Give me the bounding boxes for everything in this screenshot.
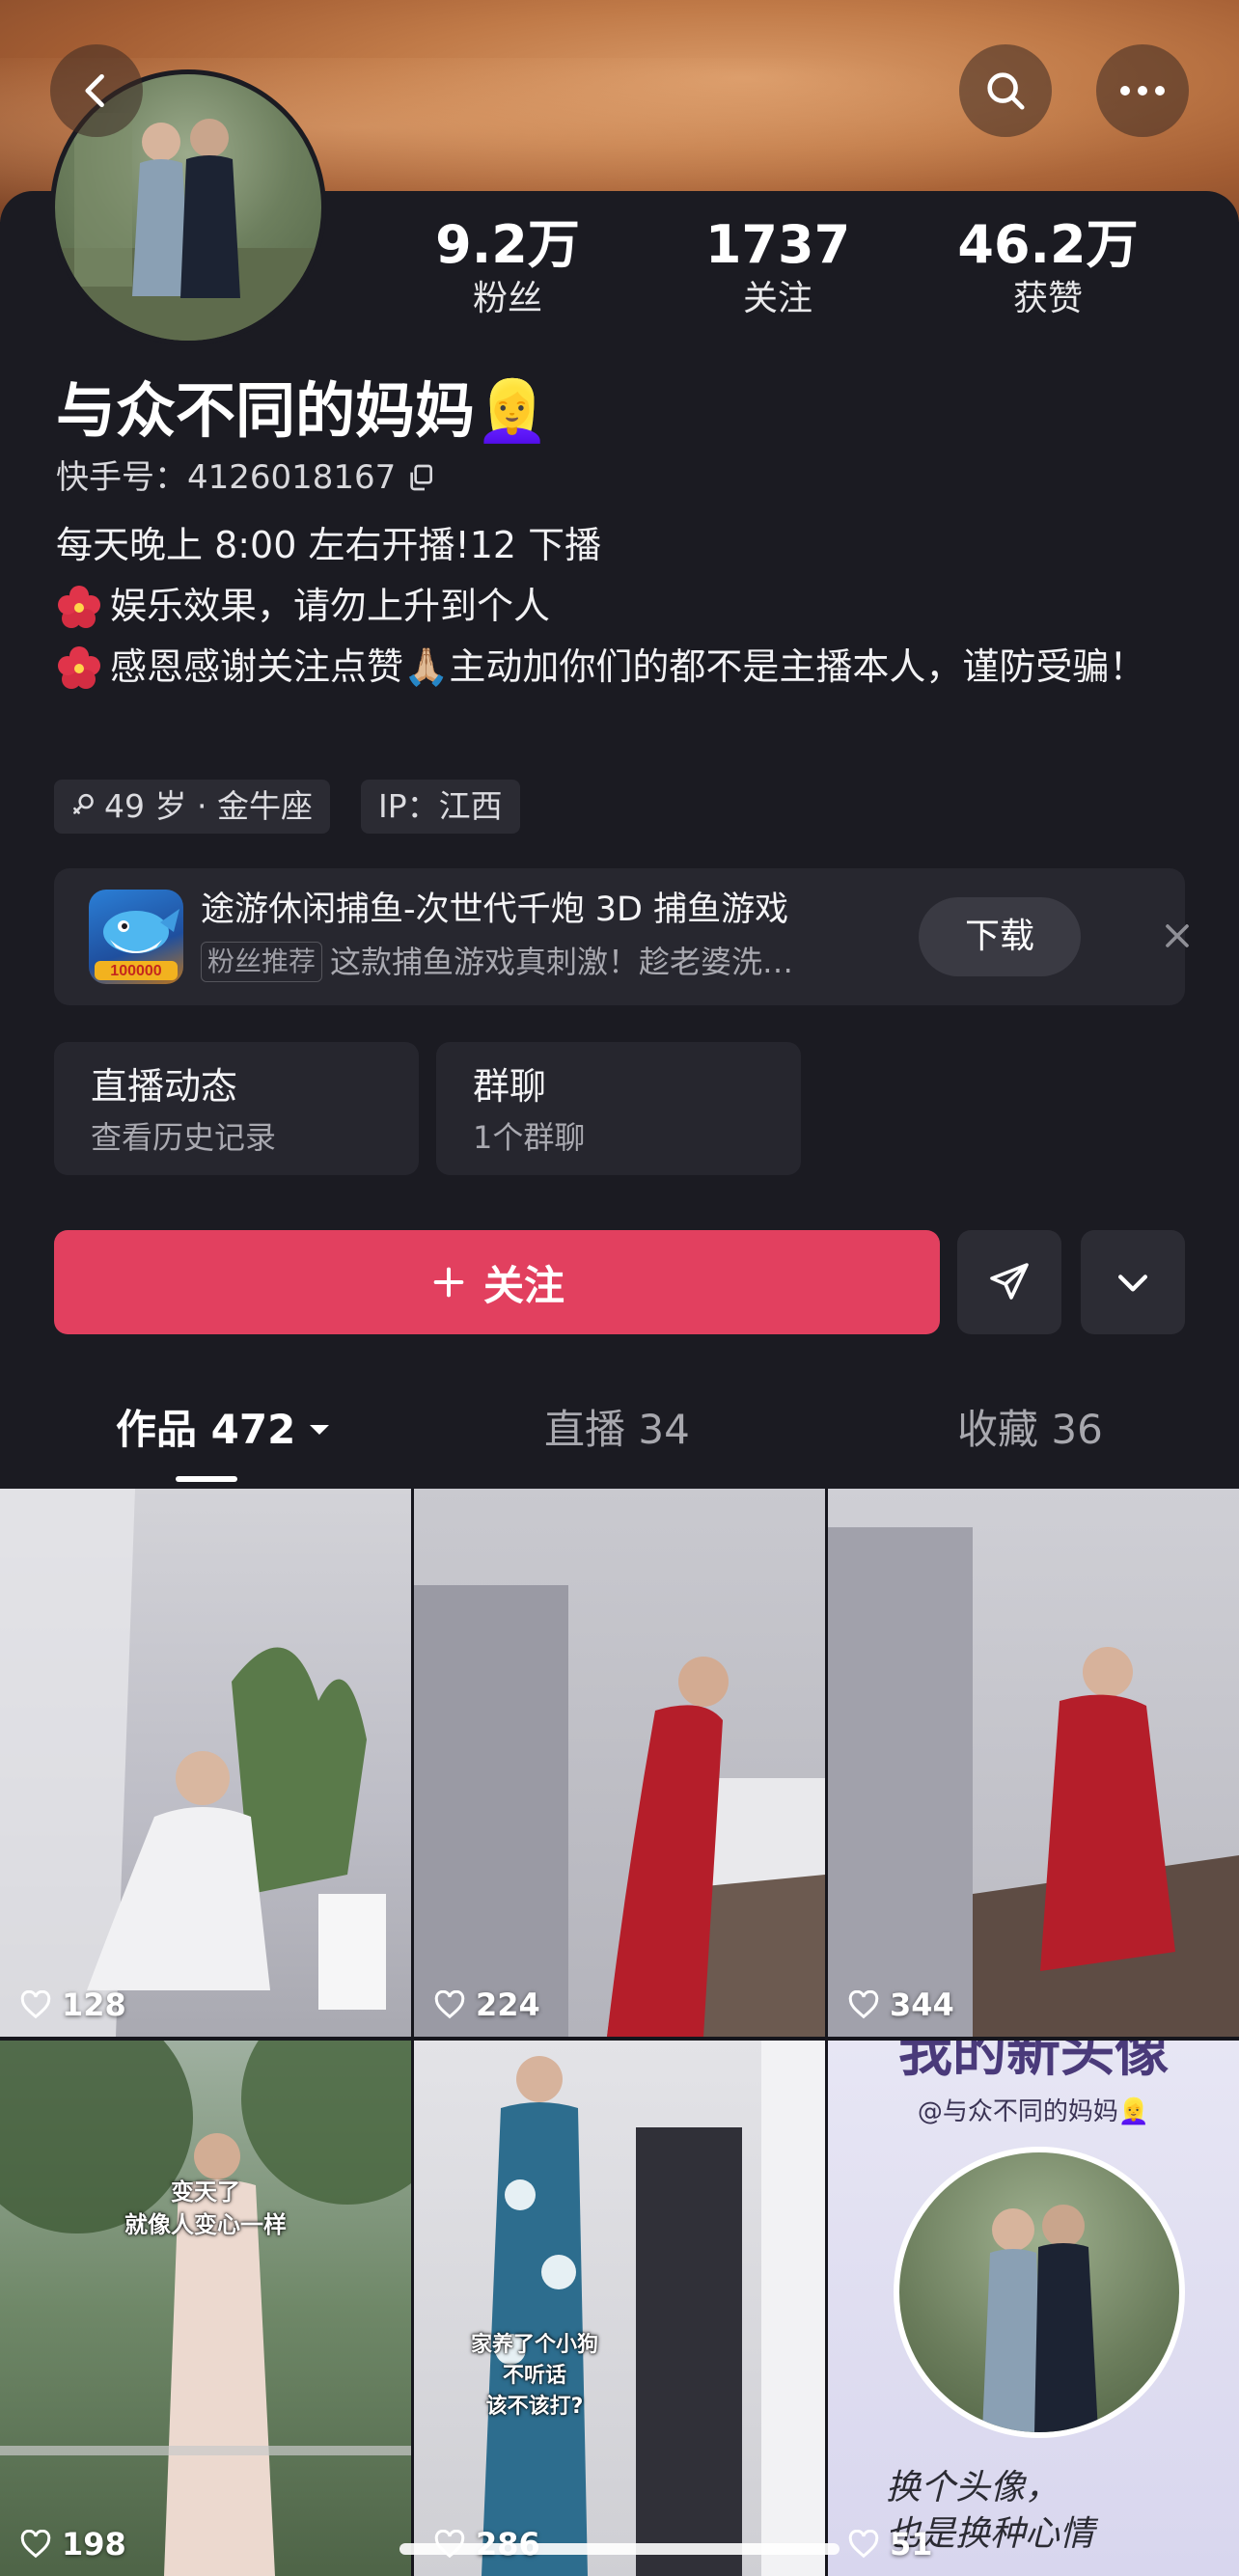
send-icon <box>990 1263 1029 1300</box>
stat-fans[interactable]: 9.2万 粉丝 <box>411 214 604 322</box>
ip-tag: IP：江西 <box>361 780 520 834</box>
video-thumbnail[interactable]: 变天了 就像人变心一样 198 <box>0 2041 411 2576</box>
more-button[interactable] <box>1096 44 1189 137</box>
heart-icon <box>434 1990 465 2019</box>
stat-label: 关注 <box>742 279 812 318</box>
video-likes: 128 <box>19 1987 126 2023</box>
gender-female-icon <box>73 793 94 814</box>
video-thumbnail[interactable]: 家养了个小狗 不听话 该不该打? 286 <box>414 2041 825 2576</box>
user-id-text: 快手号：4126018167 <box>56 458 397 497</box>
like-count: 344 <box>890 1987 954 2023</box>
bio-line: 每天晚上 8:00 左右开播!12 下播 <box>56 524 602 566</box>
heart-icon <box>20 2530 51 2559</box>
profile-bio: 每天晚上 8:00 左右开播!12 下播 娱乐效果，请勿上升到个人 感恩感谢关注… <box>56 515 1195 698</box>
game-app-icon: 100000 <box>89 890 183 984</box>
video-thumbnail[interactable]: 344 <box>828 1489 1239 2037</box>
video-mention: @与众不同的妈妈👱‍♀️ <box>917 2097 1150 2126</box>
live-history-card[interactable]: 直播动态 查看历史记录 <box>54 1042 419 1175</box>
caret-down-icon <box>310 1425 330 1435</box>
video-grid: 128 224 344 变天了 就像人变心一样 198 家养了个小狗 不听话 该… <box>0 1489 1239 2576</box>
video-thumbnail[interactable]: 128 <box>0 1489 411 2037</box>
video-caption: 变天了 就像人变心一样 <box>124 2179 287 2238</box>
avatar-preview <box>894 2147 1185 2438</box>
back-button[interactable] <box>50 44 143 137</box>
stat-value: 46.2万 <box>957 214 1139 275</box>
tab-label: 作品 472 <box>116 1406 296 1453</box>
ad-title: 途游休闲捕鱼-次世代千炮 3D 捕鱼游戏 <box>201 891 789 929</box>
chevron-down-icon <box>1117 1274 1148 1292</box>
ad-banner[interactable]: 100000 途游休闲捕鱼-次世代千炮 3D 捕鱼游戏 粉丝推荐 这款捕鱼游戏真… <box>54 868 1189 1005</box>
ip-tag-label: IP：江西 <box>378 787 503 825</box>
card-title: 群聊 <box>473 1065 547 1108</box>
more-dots-icon <box>1120 86 1165 96</box>
user-id-row[interactable]: 快手号：4126018167 <box>56 453 436 502</box>
handwritten-caption: 换个头像， 也是换种心情 <box>886 2468 1095 2554</box>
tab-label: 收藏 36 <box>957 1406 1103 1453</box>
group-chat-card[interactable]: 群聊 1个群聊 <box>436 1042 801 1175</box>
profile-name: 与众不同的妈妈👱‍♀️ <box>56 375 550 446</box>
follow-label: 关注 <box>482 1261 564 1309</box>
ad-download-button[interactable]: 下载 <box>919 897 1081 976</box>
like-count: 224 <box>476 1987 540 2023</box>
video-likes: 51 <box>847 2526 933 2562</box>
heart-icon <box>848 1990 879 2019</box>
age-tag: 49 岁 · 金牛座 <box>54 780 330 834</box>
stat-label: 获赞 <box>1012 279 1083 318</box>
tab-favorites[interactable]: 收藏 36 <box>957 1399 1103 1461</box>
bio-line: 娱乐效果，请勿上升到个人 <box>56 576 1195 637</box>
plus-icon <box>433 1267 464 1298</box>
follow-button[interactable]: 关注 <box>54 1230 940 1334</box>
search-icon <box>987 72 1025 110</box>
search-button[interactable] <box>959 44 1052 137</box>
video-likes: 224 <box>433 1987 540 2023</box>
ad-icon-number: 100000 <box>110 963 161 979</box>
card-subtitle: 查看历史记录 <box>91 1119 277 1156</box>
stat-value: 9.2万 <box>435 214 580 275</box>
video-likes: 198 <box>19 2526 126 2562</box>
close-icon[interactable] <box>1156 917 1198 959</box>
bio-line: 感恩感谢关注点赞🙏🏼主动加你们的都不是主播本人，谨防受骗！ <box>56 637 1195 698</box>
hibiscus-icon <box>56 644 102 691</box>
like-count: 128 <box>62 1987 126 2023</box>
age-tag-label: 49 岁 · 金牛座 <box>104 787 313 825</box>
chevron-left-icon <box>85 73 104 108</box>
like-count: 198 <box>62 2526 126 2562</box>
tab-live[interactable]: 直播 34 <box>544 1399 690 1461</box>
active-tab-indicator <box>176 1476 237 1482</box>
card-title: 直播动态 <box>91 1065 238 1108</box>
heart-icon <box>20 1990 51 2019</box>
expand-button[interactable] <box>1081 1230 1185 1334</box>
video-caption: 家养了个小狗 不听话 该不该打? <box>470 2333 598 2419</box>
home-indicator[interactable] <box>399 2543 840 2555</box>
video-thumbnail[interactable]: 我的新头像 @与众不同的妈妈👱‍♀️ 换个头像， 也是换种心情 51 <box>828 2041 1239 2576</box>
video-thumbnail[interactable]: 224 <box>414 1489 825 2037</box>
copy-icon[interactable] <box>405 462 436 493</box>
ad-subtitle-row: 粉丝推荐 这款捕鱼游戏真刺激！趁老婆洗… <box>201 940 793 984</box>
video-likes: 344 <box>847 1987 954 2023</box>
heart-icon <box>848 2530 879 2559</box>
hibiscus-icon <box>56 584 102 630</box>
stat-following[interactable]: 1737 关注 <box>681 214 874 322</box>
tab-label: 直播 34 <box>544 1406 690 1453</box>
video-title-overlay: 我的新头像 <box>898 2041 1169 2084</box>
stat-label: 粉丝 <box>472 279 542 318</box>
ad-badge: 粉丝推荐 <box>201 942 323 982</box>
stat-likes[interactable]: 46.2万 获赞 <box>951 214 1144 322</box>
like-count: 51 <box>890 2526 933 2562</box>
card-subtitle: 1个群聊 <box>473 1119 586 1156</box>
stat-value: 1737 <box>704 214 851 275</box>
tab-works[interactable]: 作品 472 <box>116 1399 332 1461</box>
ad-subtitle: 这款捕鱼游戏真刺激！趁老婆洗… <box>330 944 794 980</box>
share-button[interactable] <box>957 1230 1061 1334</box>
